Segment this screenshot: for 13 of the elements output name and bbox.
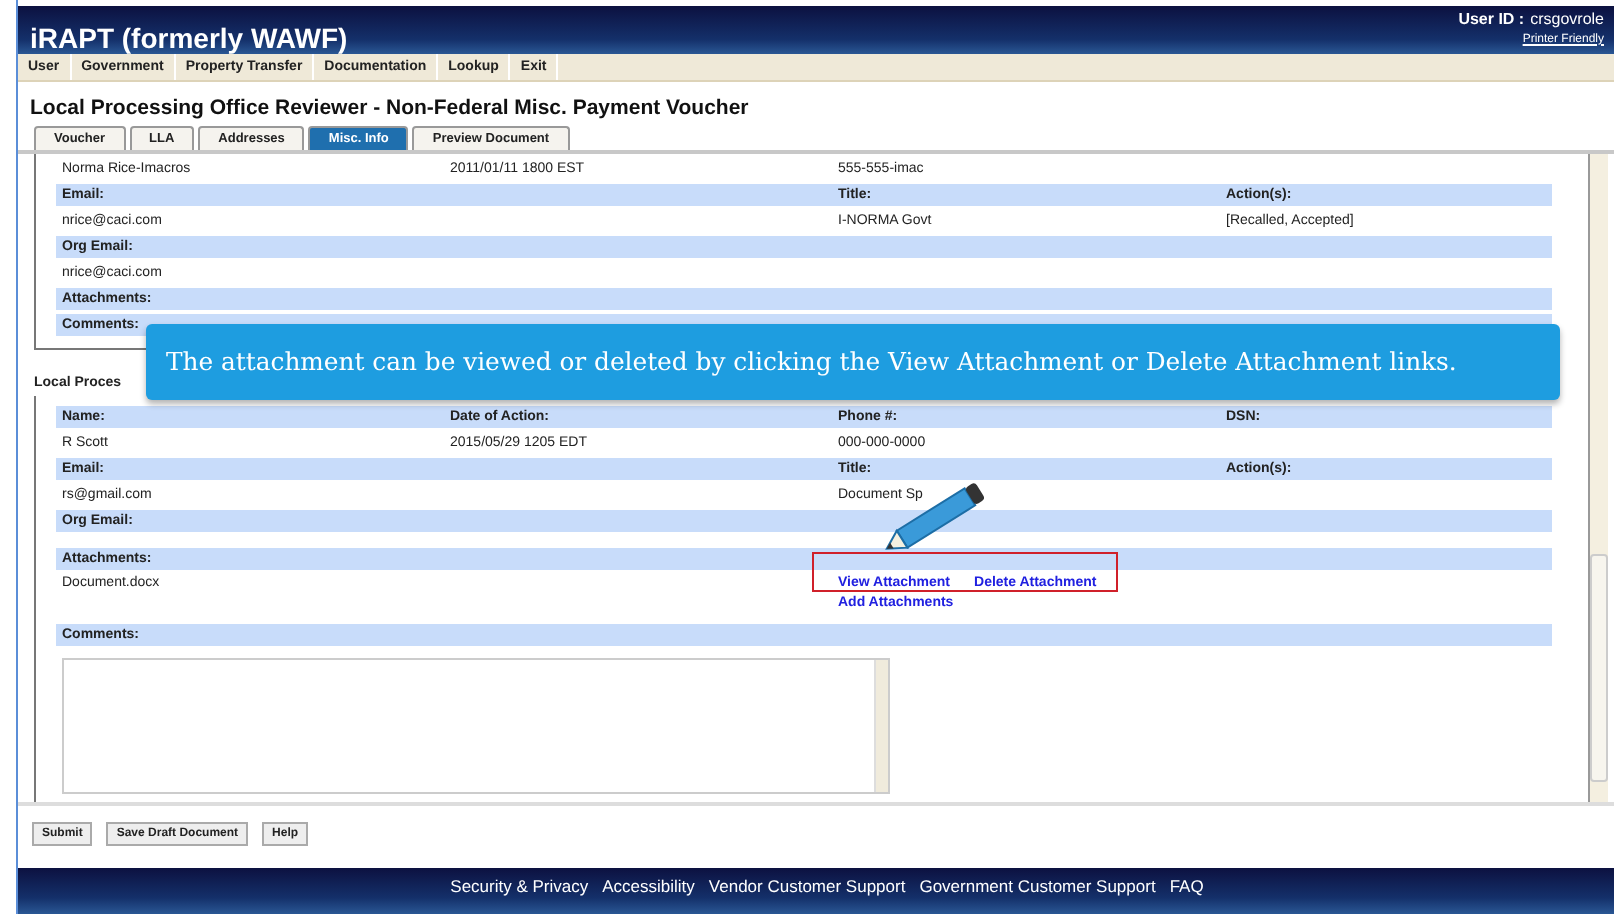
footer-link[interactable]: Vendor Customer Support [708, 875, 906, 914]
callout-text: The attachment can be viewed or deleted by clicking the View Attachment or Delete Attachment links. [166, 346, 1457, 377]
page-title: Local Processing Office Reviewer - Non-Federal Misc. Payment Voucher [28, 94, 751, 125]
user-id-label: User ID : [1458, 9, 1525, 28]
footer-link[interactable]: Security & Privacy [450, 875, 589, 914]
footer-link[interactable]: FAQ [1169, 875, 1204, 914]
footer-link[interactable]: Government Customer Support [919, 875, 1156, 914]
comments-field[interactable] [62, 657, 890, 794]
app-title: iRAPT (formerly WAWF) [30, 22, 348, 55]
scroll-thumb[interactable] [1590, 553, 1608, 782]
scrollbar[interactable] [1588, 153, 1608, 802]
user-id: crsgovrole [1530, 9, 1604, 28]
footer-link[interactable]: Accessibility [602, 875, 695, 914]
